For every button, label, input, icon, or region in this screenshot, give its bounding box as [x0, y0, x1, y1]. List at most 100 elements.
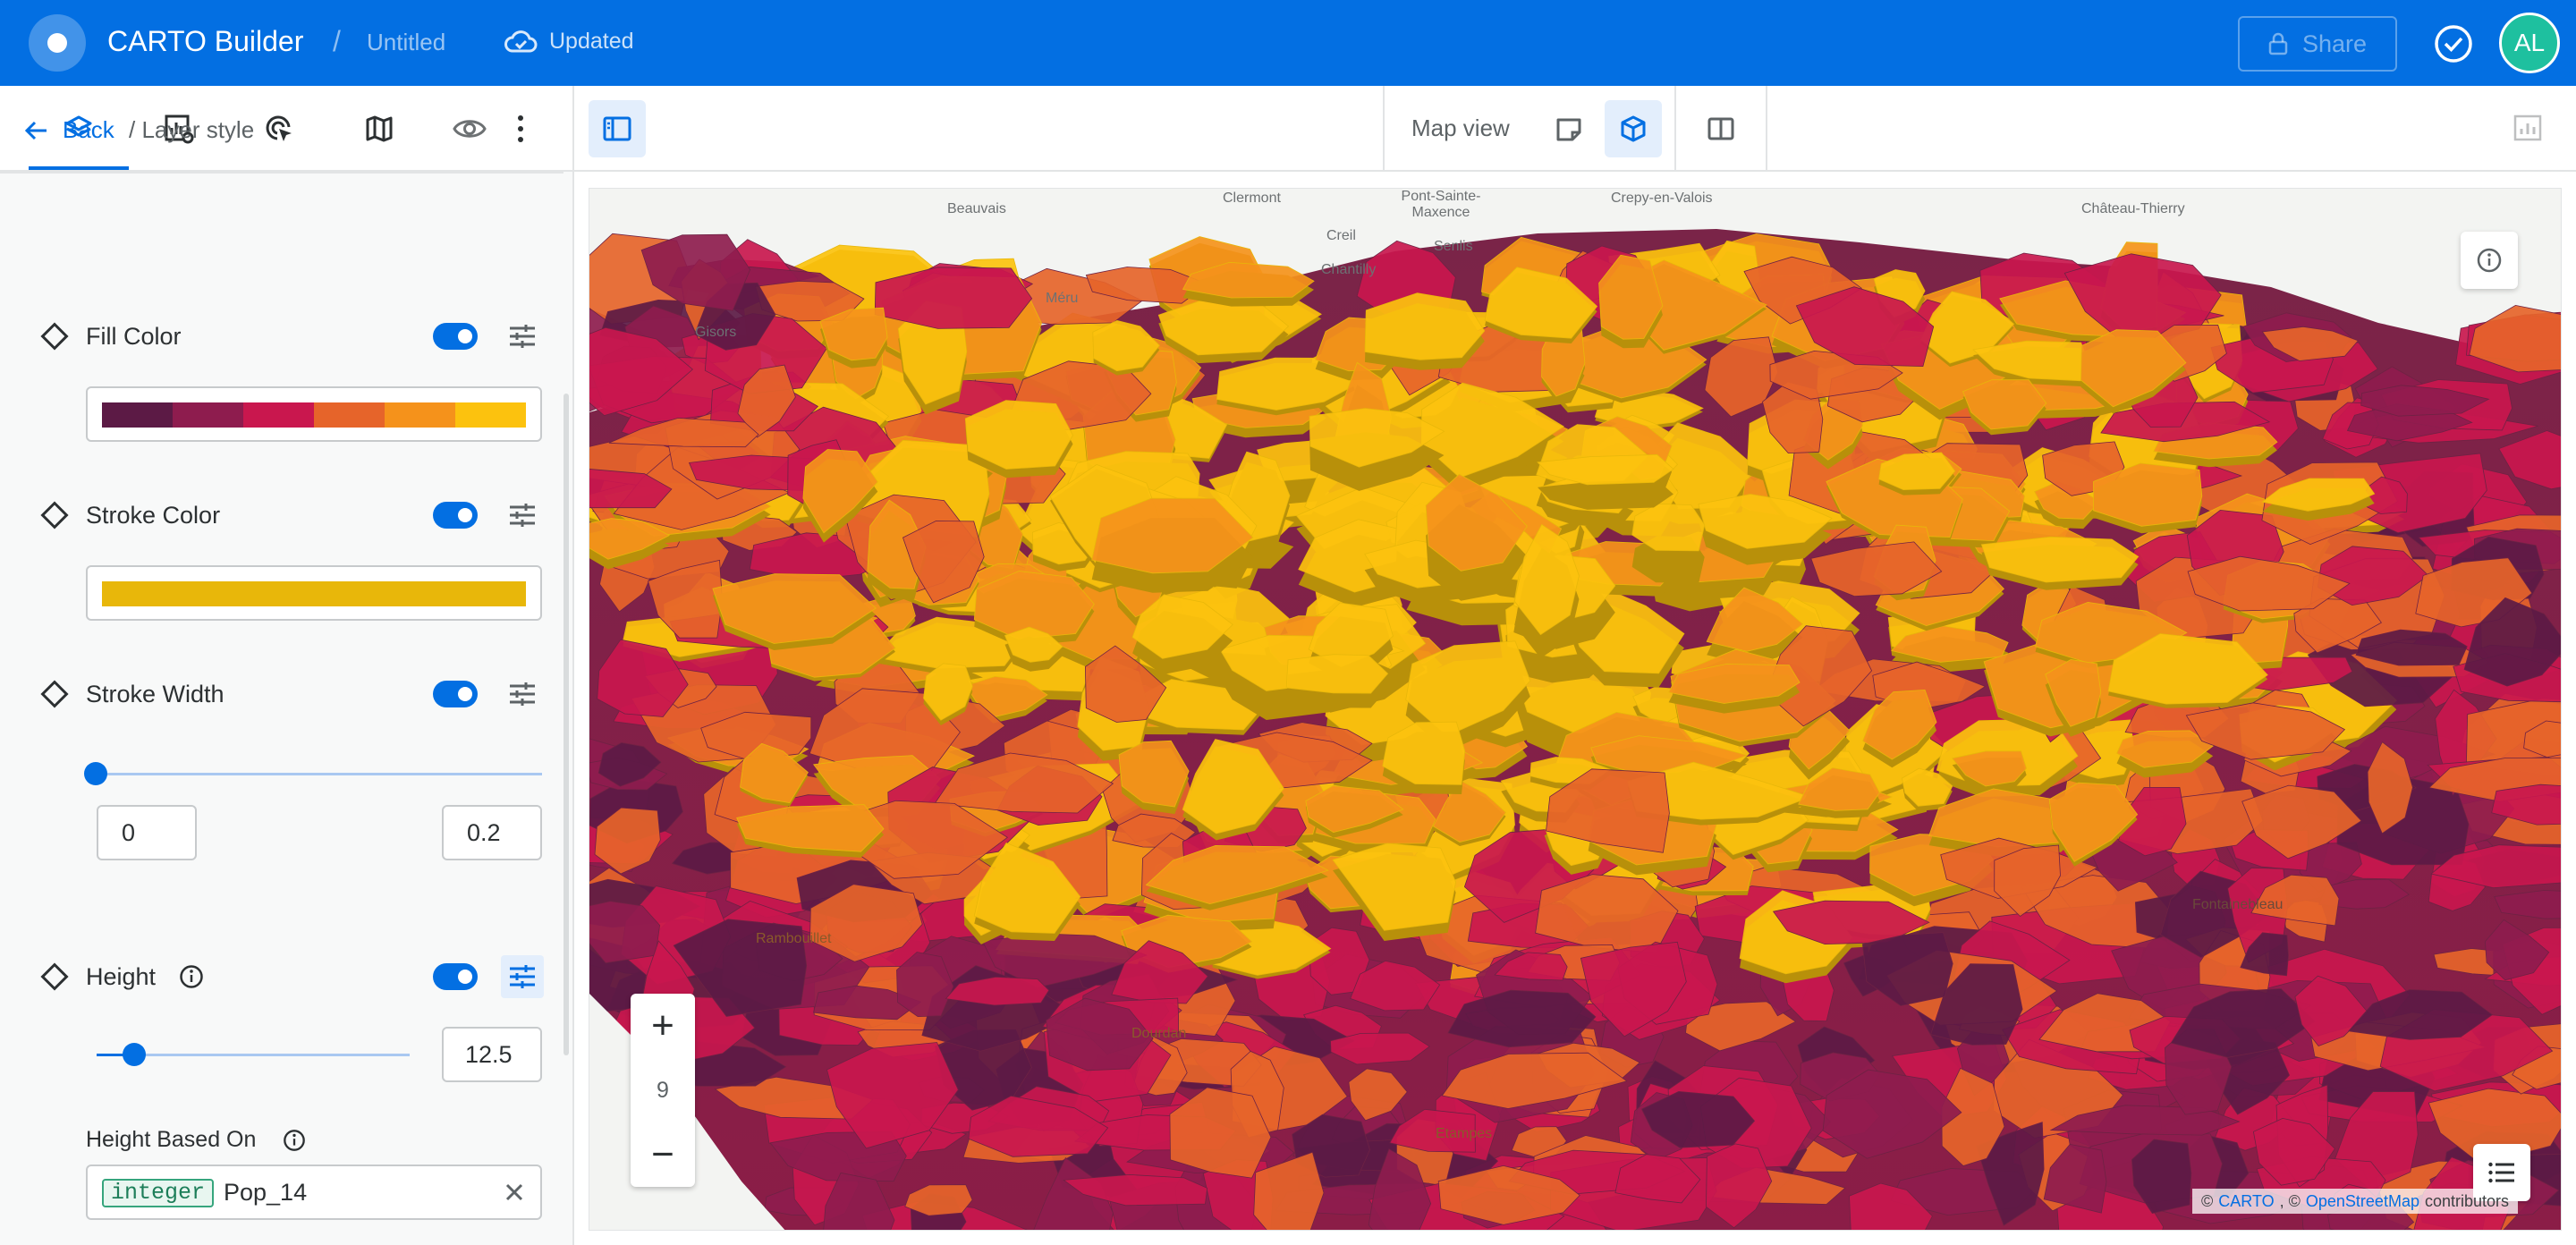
tab-basemap[interactable] — [351, 106, 408, 152]
tune-icon — [510, 325, 535, 348]
2d-map-icon — [1556, 118, 1581, 141]
app-title: CARTO Builder — [107, 25, 304, 57]
zoom-control: + 9 − — [631, 994, 695, 1187]
split-view-icon — [1707, 117, 1734, 140]
toolbar-divider — [1383, 86, 1385, 172]
fill-palette-select[interactable] — [86, 386, 542, 442]
check-circle-icon[interactable] — [2433, 23, 2474, 64]
map-attribution: © CARTO , © OpenStreetMap contributors — [2192, 1189, 2519, 1214]
breadcrumb-divider — [0, 172, 564, 174]
stroke-width-min-input[interactable]: 0 — [97, 805, 197, 860]
lock-icon — [2268, 32, 2288, 55]
2d-view-button[interactable] — [1540, 100, 1597, 157]
fill-color-row: Fill Color — [39, 315, 549, 358]
map-label: Creil — [1326, 228, 1356, 243]
carto-logo-icon[interactable] — [29, 14, 86, 72]
map-canvas[interactable]: Clermont Pont-Sainte-Maxence Crepy-en-Va… — [589, 188, 2562, 1231]
map-label: Château-Thierry — [2081, 201, 2185, 216]
fill-color-settings-button[interactable] — [501, 315, 544, 358]
palette-swatch — [102, 402, 173, 428]
info-icon[interactable] — [283, 1129, 306, 1152]
app-header: CARTO Builder / Untitled Updated Share A… — [0, 0, 2576, 86]
extruded-choropleth — [589, 189, 2561, 1230]
palette-swatch — [173, 402, 243, 428]
diamond-icon — [40, 962, 69, 991]
height-row: Height — [39, 955, 549, 998]
map-label: Pont-Sainte-Maxence — [1401, 189, 1481, 220]
split-view-button[interactable] — [1692, 100, 1750, 157]
stroke-width-max-input[interactable]: 0.2 — [442, 805, 542, 860]
palette-swatch — [385, 402, 455, 428]
tab-interactions[interactable] — [250, 106, 308, 152]
avatar[interactable]: AL — [2499, 13, 2560, 73]
height-toggle[interactable] — [433, 963, 478, 990]
stroke-width-settings-button[interactable] — [501, 673, 544, 716]
toggle-panel-button[interactable] — [589, 100, 646, 157]
fill-palette — [102, 402, 526, 428]
map-label: Rambouillet — [756, 931, 832, 946]
active-tab-indicator — [29, 166, 129, 170]
tune-icon — [510, 965, 535, 988]
eye-icon[interactable] — [453, 114, 487, 143]
cube-icon — [1621, 115, 1646, 142]
map-label: Gisors — [695, 325, 737, 340]
map-label: Dourdan — [1131, 1026, 1187, 1041]
field-type-badge: integer — [102, 1179, 215, 1207]
map-label: Etampes — [1436, 1126, 1493, 1141]
openstreetmap-link[interactable]: OpenStreetMap — [2306, 1192, 2419, 1211]
height-based-on-select[interactable]: integer Pop_14 — [86, 1165, 542, 1220]
stroke-color-select[interactable] — [86, 565, 542, 621]
stroke-width-row: Stroke Width — [39, 673, 549, 716]
basemap-icon — [366, 115, 393, 142]
map-label: Senlis — [1434, 239, 1473, 254]
breadcrumb: / Layer style — [129, 116, 255, 143]
info-icon[interactable] — [179, 964, 204, 989]
attribution-suffix: contributors — [2424, 1191, 2510, 1210]
palette-swatch — [455, 402, 526, 428]
title-separator: / — [333, 25, 341, 57]
palette-swatch — [314, 402, 385, 428]
diamond-icon — [40, 501, 69, 529]
widgets-panel-icon[interactable] — [2513, 114, 2542, 141]
palette-swatch — [243, 402, 314, 428]
zoom-level: 9 — [657, 1077, 669, 1103]
attribution-prefix: © — [2201, 1191, 2214, 1210]
map-label: Chantilly — [1321, 262, 1377, 277]
height-value-input[interactable]: 12.5 — [442, 1027, 542, 1082]
stroke-width-slider-thumb[interactable] — [84, 762, 107, 785]
fill-color-label: Fill Color — [86, 322, 182, 350]
zoom-out-button[interactable]: − — [631, 1122, 695, 1187]
info-icon — [2477, 248, 2502, 273]
carto-link[interactable]: CARTO — [2218, 1192, 2274, 1211]
share-button[interactable]: Share — [2238, 16, 2397, 72]
cloud-icon — [504, 30, 538, 53]
diamond-icon — [40, 680, 69, 708]
3d-view-button[interactable] — [1605, 100, 1662, 157]
map-label: Clermont — [1223, 191, 1281, 206]
panel-scrollbar[interactable] — [564, 394, 569, 1055]
toolbar-divider — [1766, 86, 1767, 172]
stroke-color-label: Stroke Color — [86, 501, 221, 529]
sidebar-panel-icon — [603, 116, 631, 141]
map-label: Méru — [1046, 291, 1079, 306]
height-slider-thumb[interactable] — [123, 1043, 146, 1066]
stroke-color-toggle[interactable] — [433, 502, 478, 529]
back-button[interactable]: Back — [63, 116, 114, 144]
height-settings-button[interactable] — [501, 955, 544, 998]
map-polygon[interactable] — [1285, 654, 1389, 694]
map-info-button[interactable] — [2461, 232, 2518, 289]
back-arrow-icon[interactable] — [23, 118, 48, 143]
fill-color-toggle[interactable] — [433, 323, 478, 350]
stroke-color-settings-button[interactable] — [501, 494, 544, 537]
map-label: Crepy-en-Valois — [1611, 191, 1713, 206]
close-icon[interactable] — [504, 1182, 524, 1202]
stroke-width-slider-track[interactable] — [95, 773, 542, 775]
diamond-icon — [40, 322, 69, 351]
height-label: Height — [86, 962, 157, 990]
list-icon — [2488, 1162, 2514, 1183]
zoom-in-button[interactable]: + — [631, 994, 695, 1058]
map-name[interactable]: Untitled — [367, 29, 445, 56]
map-label: Beauvais — [947, 201, 1006, 216]
more-vertical-icon[interactable] — [510, 113, 531, 145]
stroke-width-toggle[interactable] — [433, 681, 478, 707]
